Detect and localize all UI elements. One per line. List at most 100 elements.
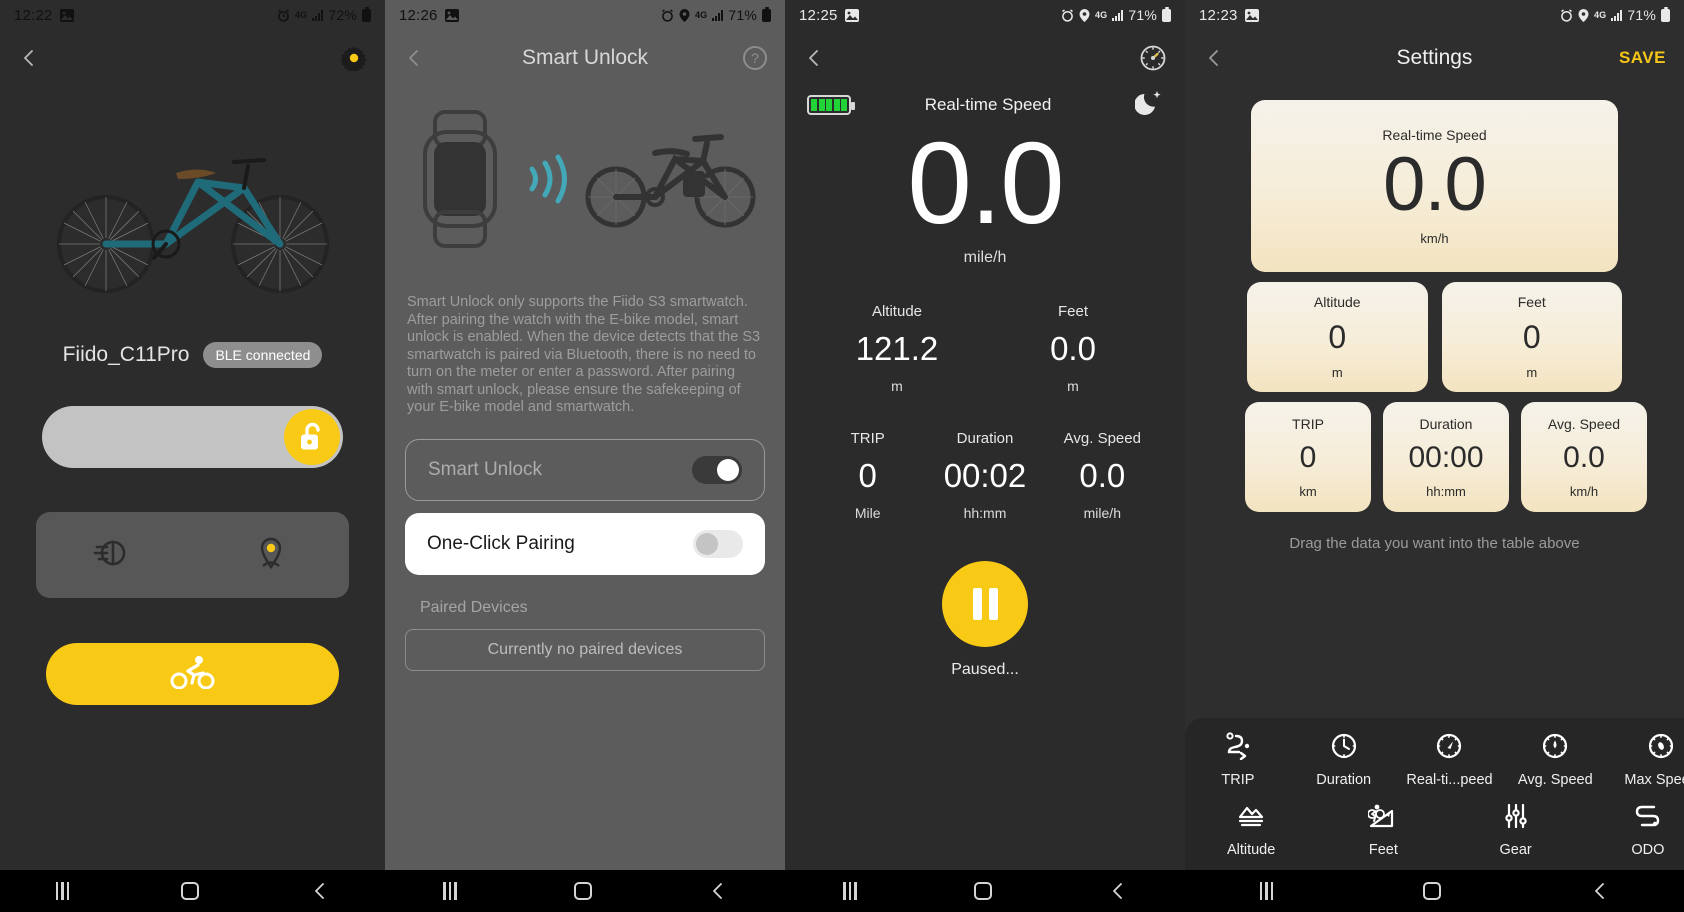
recents-icon[interactable] [443,882,457,900]
android-nav-bar [785,870,1185,912]
recents-icon[interactable] [843,882,857,900]
panel-settings: 12:23 4G 71% Settings SAVE Real-time Spe… [1185,0,1684,912]
headlight-button[interactable] [36,538,193,573]
app-bar [785,30,1185,86]
nav-back-icon[interactable] [709,882,727,900]
location-icon [1578,8,1589,22]
location-icon [679,8,690,22]
home-icon[interactable] [181,882,200,900]
pause-status-text: Paused... [951,660,1019,678]
tray-item-altitude[interactable]: Altitude [1185,802,1317,858]
gear-icon[interactable] [341,45,367,71]
tray-item-label: TRIP [1221,772,1255,788]
network-type: 4G [294,10,308,20]
unlock-icon[interactable] [284,409,340,465]
tray-item-gear[interactable]: Gear [1450,802,1582,858]
status-bar: 12:25 4G 71% [785,0,1185,30]
tile-avg-speed[interactable]: Avg. Speed 0.0 km/h [1521,402,1647,512]
tray-item-trip[interactable]: TRIP [1185,732,1291,788]
tray-item-feet[interactable]: Feet [1317,802,1449,858]
tray-item-label: Feet [1368,842,1398,858]
metric-unit: hh:mm [963,504,1007,521]
primary-metric-value: 0.0 [907,118,1064,248]
battery-icon [1162,6,1171,22]
nav-back-icon[interactable] [1591,882,1609,900]
save-button[interactable]: SAVE [1619,48,1666,68]
primary-metric-label: Real-time Speed [924,94,1052,114]
home-icon[interactable] [573,882,592,900]
signal-bars-icon [1112,9,1124,21]
bike-image [0,86,385,336]
tile-feet[interactable]: Feet 0 m [1441,282,1622,392]
chevron-left-icon[interactable] [18,47,40,69]
status-bar: 12:22 4G 72% [0,0,385,30]
nav-back-icon[interactable] [1109,882,1127,900]
network-type: 4G [1094,10,1108,20]
tile-label: TRIP [1292,415,1324,432]
battery-icon [362,6,371,22]
home-icon[interactable] [973,882,992,900]
tile-trip[interactable]: TRIP 0 km [1245,402,1371,512]
metric-label: Feet [1057,302,1088,320]
tile-value: 0.0 [1563,440,1605,474]
tile-altitude[interactable]: Altitude 0 m [1247,282,1428,392]
chevron-left-icon[interactable] [803,47,825,69]
locate-button[interactable] [193,536,350,575]
tray-item-avg-speed[interactable]: Avg. Speed [1502,732,1608,788]
alarm-icon [277,8,290,22]
status-time: 12:22 [14,6,53,24]
paired-devices-empty: Currently no paired devices [405,628,765,671]
app-bar: Settings SAVE [1185,30,1684,86]
paired-devices-label: Paired Devices [420,598,528,616]
recents-icon[interactable] [55,882,70,900]
nav-back-icon[interactable] [311,882,329,900]
battery-icon [762,6,771,22]
tile-label: Avg. Speed [1547,415,1621,432]
chevron-left-icon[interactable] [403,47,425,69]
tray-row-2: Altitude Feet Gear ODO [1185,802,1684,858]
app-bar [0,30,385,86]
tray-item-max-speed[interactable]: Max Speed [1608,732,1684,788]
tile-real-time-speed[interactable]: Real-time Speed 0.0 km/h [1251,100,1618,272]
pause-button[interactable] [942,560,1028,647]
panel-ride-dashboard: 12:25 4G 71% Real-time Speed 0.0 mile/h [785,0,1185,912]
tile-value: 0 [1522,319,1541,355]
smart-unlock-row[interactable]: Smart Unlock [405,438,765,501]
tray-item-label: Duration [1316,772,1372,788]
metric-value: 0 [858,456,877,494]
start-ride-button[interactable] [46,643,339,705]
home-icon[interactable] [1423,882,1442,900]
headlight-icon [93,538,135,573]
tile-unit: km/h [1420,230,1449,246]
status-time: 12:26 [399,6,438,24]
question-mark-icon[interactable]: ? [743,46,767,70]
screenshot-panels: 12:22 4G 72% Fiido_C11Pro BLE connected … [0,0,1684,912]
tray-item-duration[interactable]: Duration [1291,732,1397,788]
cyclist-icon [170,655,216,694]
battery-percent: 71% [1128,7,1157,23]
moon-icon[interactable] [1134,88,1163,121]
signal-bars-icon [1611,9,1623,21]
tray-item-odo[interactable]: ODO [1582,802,1684,858]
battery-level-icon [807,94,855,115]
speedometer-icon[interactable] [1139,44,1167,72]
device-line: Fiido_C11Pro BLE connected [0,342,385,368]
status-badge: BLE connected [203,342,323,368]
recents-icon[interactable] [1259,882,1274,900]
one-click-pairing-toggle[interactable] [693,529,743,558]
one-click-pairing-row[interactable]: One-Click Pairing [405,512,765,575]
row-label: Smart Unlock [428,458,543,480]
lock-slider[interactable] [42,406,343,468]
tray-item-label: Avg. Speed [1517,772,1593,788]
network-type: 4G [1593,10,1607,20]
status-bar: 12:26 4G 71% [385,0,785,30]
tray-item-real-time-speed[interactable]: Real-ti...peed [1397,732,1503,788]
page-title: Smart Unlock [521,46,649,69]
primary-metric-unit: mile/h [963,248,1007,266]
chevron-left-icon[interactable] [1203,47,1225,69]
metric-avg-speed: Avg. Speed 0.0 mile/h [1044,430,1161,521]
metrics-row-2: TRIP 0 Mile Duration 00:02 hh:mm Avg. Sp… [785,430,1185,521]
smart-unlock-toggle[interactable] [692,455,742,484]
network-type: 4G [694,10,708,20]
tile-duration[interactable]: Duration 00:00 hh:mm [1383,402,1509,512]
